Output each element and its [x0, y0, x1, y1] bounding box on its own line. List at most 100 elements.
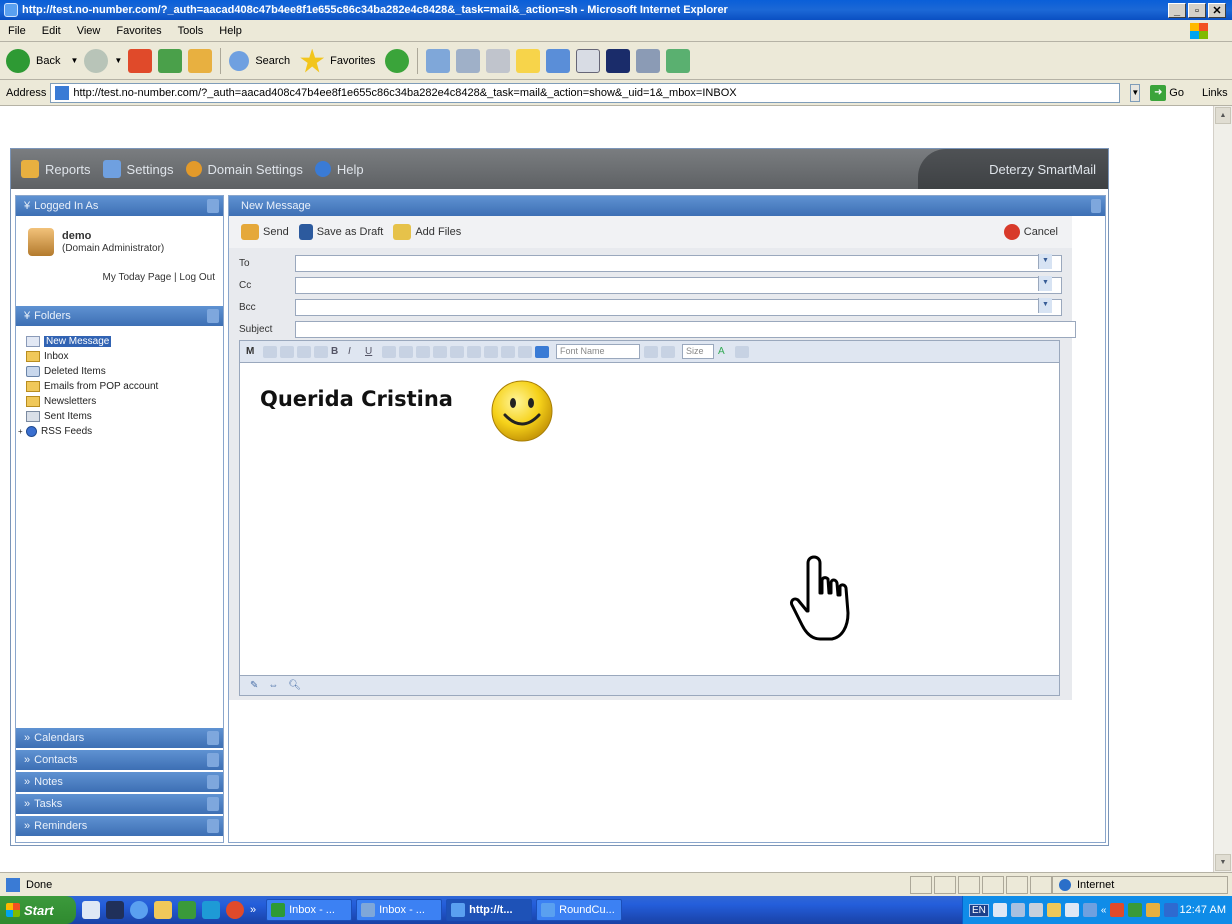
folder-label[interactable]: New Message: [44, 336, 112, 347]
underline-icon[interactable]: U: [365, 346, 379, 358]
expand-icon[interactable]: +: [18, 427, 26, 436]
folder-label[interactable]: Sent Items: [44, 411, 92, 422]
calculator-icon[interactable]: [576, 48, 601, 73]
tray-icon[interactable]: [1046, 903, 1061, 917]
cancel-label[interactable]: Cancel: [1024, 226, 1058, 238]
section-label[interactable]: Notes: [34, 776, 63, 788]
minimize-button[interactable]: _: [1168, 2, 1186, 18]
nav-reports-label[interactable]: Reports: [45, 162, 91, 177]
search-label[interactable]: Search: [255, 55, 290, 67]
add-files-label[interactable]: Add Files: [415, 226, 461, 238]
scroll-up-icon[interactable]: ▲: [1215, 107, 1231, 124]
expand-icon[interactable]: [207, 775, 219, 789]
ie-icon[interactable]: [130, 901, 148, 919]
menu-view[interactable]: View: [77, 25, 101, 37]
chevron-left-icon[interactable]: «: [1101, 905, 1107, 916]
menu-tools[interactable]: Tools: [178, 25, 204, 37]
search-icon[interactable]: [229, 50, 250, 71]
paste-icon[interactable]: [297, 345, 311, 358]
bcc-dropdown-icon[interactable]: ▼: [1038, 298, 1052, 313]
address-dropdown-button[interactable]: ▼: [1130, 83, 1141, 102]
section-label[interactable]: Tasks: [34, 798, 62, 810]
start-label[interactable]: Start: [24, 903, 54, 918]
tray-icon[interactable]: [1028, 903, 1043, 917]
go-button[interactable]: ➜ Go: [1150, 84, 1184, 101]
folder-label[interactable]: Deleted Items: [44, 366, 106, 377]
home-icon[interactable]: [188, 48, 213, 73]
back-dropdown-icon[interactable]: ▼: [70, 56, 78, 65]
task-browser[interactable]: http://t...: [446, 899, 533, 921]
quicklaunch-icon[interactable]: [82, 901, 100, 919]
folders-header[interactable]: ¥ Folders: [16, 306, 223, 326]
task-inbox-2[interactable]: Inbox - ...: [356, 899, 443, 921]
menu-file[interactable]: File: [8, 25, 26, 37]
align-right-icon[interactable]: [416, 345, 430, 358]
subject-field[interactable]: [295, 320, 1076, 338]
back-arrow-icon[interactable]: [6, 48, 30, 73]
link-icon[interactable]: [535, 345, 549, 358]
outdent-icon[interactable]: [467, 345, 481, 358]
section-calendars[interactable]: » Calendars: [16, 728, 223, 748]
format-painter-icon[interactable]: [314, 345, 328, 358]
page-scrollbar[interactable]: ▲ ▼: [1213, 106, 1232, 872]
task-inbox-1[interactable]: Inbox - ...: [266, 899, 353, 921]
cc-dropdown-icon[interactable]: ▼: [1038, 276, 1052, 291]
ordered-list-icon[interactable]: [484, 345, 498, 358]
tray-icon[interactable]: [1010, 903, 1025, 917]
folder-label[interactable]: Inbox: [44, 351, 68, 362]
stop-icon[interactable]: [128, 48, 153, 73]
clock[interactable]: 12:47 AM: [1180, 904, 1226, 916]
logged-in-header[interactable]: ¥ Logged In As: [16, 196, 223, 216]
app-icon[interactable]: [226, 901, 244, 919]
collapse-icon[interactable]: [207, 309, 219, 323]
save-draft-label[interactable]: Save as Draft: [317, 226, 384, 238]
expand-icon[interactable]: [207, 731, 219, 745]
tray-icon[interactable]: [1082, 903, 1097, 917]
task-label[interactable]: http://t...: [469, 904, 512, 916]
font-color-icon[interactable]: A: [718, 346, 732, 358]
section-label[interactable]: Contacts: [34, 754, 77, 766]
save-draft-button[interactable]: Save as Draft: [298, 224, 384, 240]
forward-dropdown-icon[interactable]: ▼: [114, 56, 122, 65]
folder-label[interactable]: Newsletters: [44, 396, 96, 407]
favorites-label[interactable]: Favorites: [330, 55, 375, 67]
nav-reports[interactable]: Reports: [11, 160, 91, 178]
to-field[interactable]: [295, 254, 1062, 272]
section-tasks[interactable]: » Tasks: [16, 794, 223, 814]
tray-icon[interactable]: [1110, 903, 1125, 917]
chevron-right-icon[interactable]: »: [250, 904, 256, 916]
section-label[interactable]: Calendars: [34, 732, 84, 744]
copy-icon[interactable]: [280, 345, 294, 358]
cc-field[interactable]: [295, 276, 1062, 294]
align-left-icon[interactable]: [382, 345, 396, 358]
spellcheck-icon[interactable]: M: [246, 346, 260, 358]
editor-body[interactable]: Querida Cristina: [240, 363, 1059, 675]
expand-icon[interactable]: [207, 753, 219, 767]
italic-icon[interactable]: I: [348, 346, 362, 358]
folder-new-message[interactable]: New Message: [26, 334, 223, 349]
menu-favorites[interactable]: Favorites: [116, 25, 161, 37]
section-reminders[interactable]: » Reminders: [16, 816, 223, 836]
collapse-icon[interactable]: [207, 199, 219, 213]
expand-icon[interactable]: [207, 819, 219, 833]
message-body-text[interactable]: Querida Cristina: [260, 387, 453, 411]
unordered-list-icon[interactable]: [501, 345, 515, 358]
section-label[interactable]: Reminders: [34, 820, 87, 832]
notes-icon[interactable]: [516, 48, 541, 73]
folder-sent-items[interactable]: Sent Items: [26, 409, 223, 424]
section-notes[interactable]: » Notes: [16, 772, 223, 792]
nav-domain-settings[interactable]: Domain Settings: [184, 161, 303, 177]
task-label[interactable]: RoundCu...: [559, 904, 615, 916]
cmd-icon[interactable]: [106, 901, 124, 919]
edit-icon[interactable]: [486, 48, 511, 73]
folder-newsletters[interactable]: Newsletters: [26, 394, 223, 409]
history-icon[interactable]: [385, 48, 410, 73]
bold-icon[interactable]: B: [331, 346, 345, 358]
nav-domain-settings-label[interactable]: Domain Settings: [208, 162, 303, 177]
cut-icon[interactable]: [263, 345, 277, 358]
language-indicator[interactable]: EN: [969, 903, 989, 917]
help-icon[interactable]: [1064, 903, 1079, 917]
menu-edit[interactable]: Edit: [42, 25, 61, 37]
start-button[interactable]: Start: [0, 896, 76, 924]
html-mode-icon[interactable]: ⇔: [268, 680, 278, 691]
